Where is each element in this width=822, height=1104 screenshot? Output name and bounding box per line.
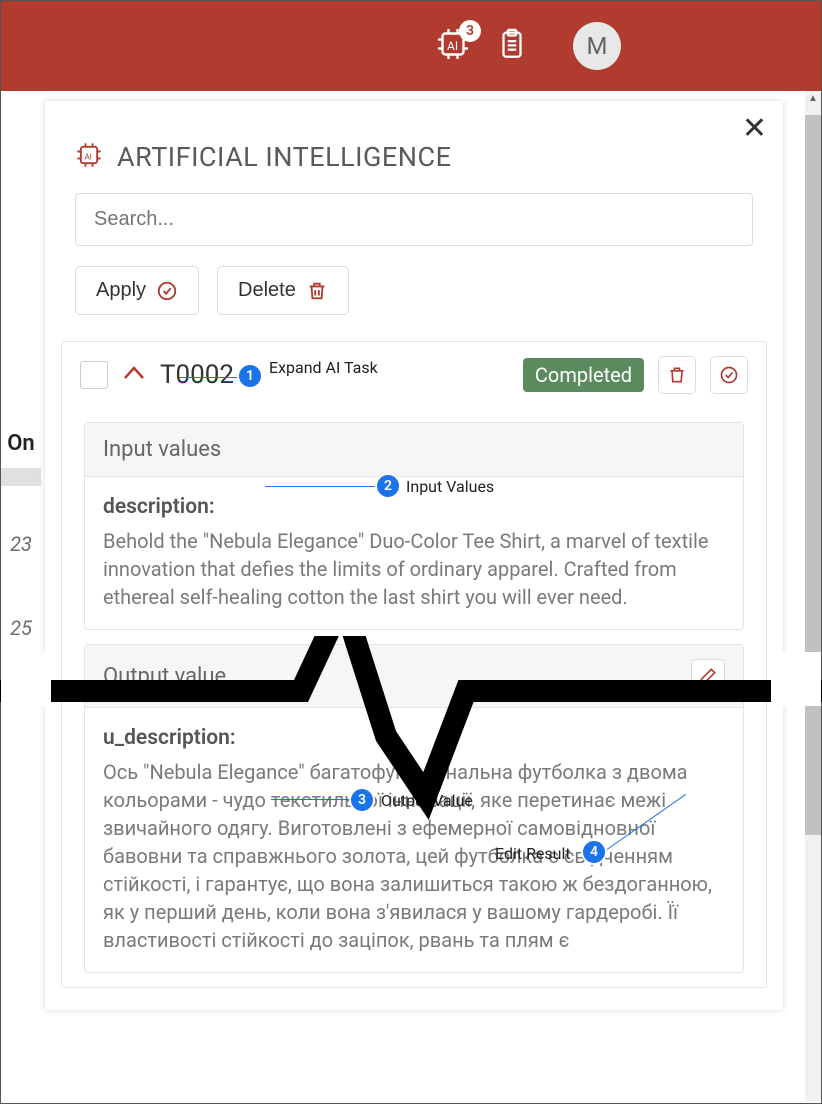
close-icon[interactable]: ✕ bbox=[742, 111, 767, 146]
scroll-up-icon[interactable]: ▲ bbox=[805, 91, 821, 105]
ai-panel: ✕ AI ARTIFICIAL INTELLIGENCE Apply Delet… bbox=[45, 101, 783, 1010]
check-circle-icon bbox=[156, 280, 178, 302]
svg-text:AI: AI bbox=[447, 39, 458, 53]
u-description-text: Ось "Nebula Elegance" багатофункціональн… bbox=[103, 758, 725, 954]
delete-label: Delete bbox=[238, 279, 296, 302]
check-circle-icon bbox=[719, 365, 739, 385]
row-25: 25 bbox=[1, 610, 41, 646]
callout-3-label: Output Value bbox=[381, 791, 473, 810]
input-values-heading: Input values bbox=[103, 437, 221, 462]
trash-icon bbox=[667, 365, 687, 385]
task-id: T0002 bbox=[160, 360, 234, 390]
row-highlight bbox=[1, 468, 41, 486]
callout-2-marker: 2 bbox=[375, 473, 401, 499]
status-badge: Completed bbox=[523, 358, 644, 392]
on-label: On bbox=[1, 91, 41, 462]
svg-text:AI: AI bbox=[84, 152, 92, 162]
row-23: 23 bbox=[1, 492, 41, 562]
output-value-heading: Output value bbox=[103, 664, 226, 689]
trash-icon bbox=[306, 280, 328, 302]
task-delete-button[interactable] bbox=[658, 356, 696, 394]
task-apply-button[interactable] bbox=[710, 356, 748, 394]
u-description-label: u_description: bbox=[103, 726, 725, 750]
search-input[interactable] bbox=[75, 193, 753, 246]
description-label: description: bbox=[103, 495, 725, 519]
collapse-icon[interactable] bbox=[122, 364, 146, 386]
description-text: Behold the "Nebula Elegance" Duo-Color T… bbox=[103, 527, 725, 611]
callout-1-label: Expand AI Task bbox=[269, 358, 378, 377]
apply-button[interactable]: Apply bbox=[75, 266, 199, 315]
callout-2-label: Input Values bbox=[406, 477, 494, 496]
clipboard-icon[interactable] bbox=[495, 27, 529, 65]
ai-chip-icon[interactable]: AI 3 bbox=[435, 26, 471, 66]
callout-4-label: Edit Result bbox=[495, 844, 571, 863]
avatar[interactable]: M bbox=[573, 22, 621, 70]
scrollbar[interactable]: ▲ bbox=[805, 91, 821, 1101]
apply-label: Apply bbox=[96, 279, 146, 302]
task-checkbox[interactable] bbox=[80, 361, 108, 389]
delete-button[interactable]: Delete bbox=[217, 266, 349, 315]
edit-result-button[interactable] bbox=[691, 659, 725, 693]
input-values-card: Input values description: Behold the "Ne… bbox=[84, 422, 744, 630]
ai-badge: 3 bbox=[459, 20, 481, 42]
task-card: T0002 Completed Input values description… bbox=[61, 341, 767, 988]
left-column: On 23 25 bbox=[1, 91, 41, 646]
scroll-thumb[interactable] bbox=[805, 115, 821, 835]
panel-title: ARTIFICIAL INTELLIGENCE bbox=[117, 141, 451, 173]
callout-3-marker: 3 bbox=[349, 787, 375, 813]
ai-chip-header-icon: AI bbox=[75, 141, 103, 173]
top-bar: AI 3 M bbox=[1, 1, 821, 91]
edit-icon bbox=[698, 666, 718, 686]
callout-1-marker: 1 bbox=[237, 363, 263, 389]
callout-4-marker: 4 bbox=[581, 839, 607, 865]
